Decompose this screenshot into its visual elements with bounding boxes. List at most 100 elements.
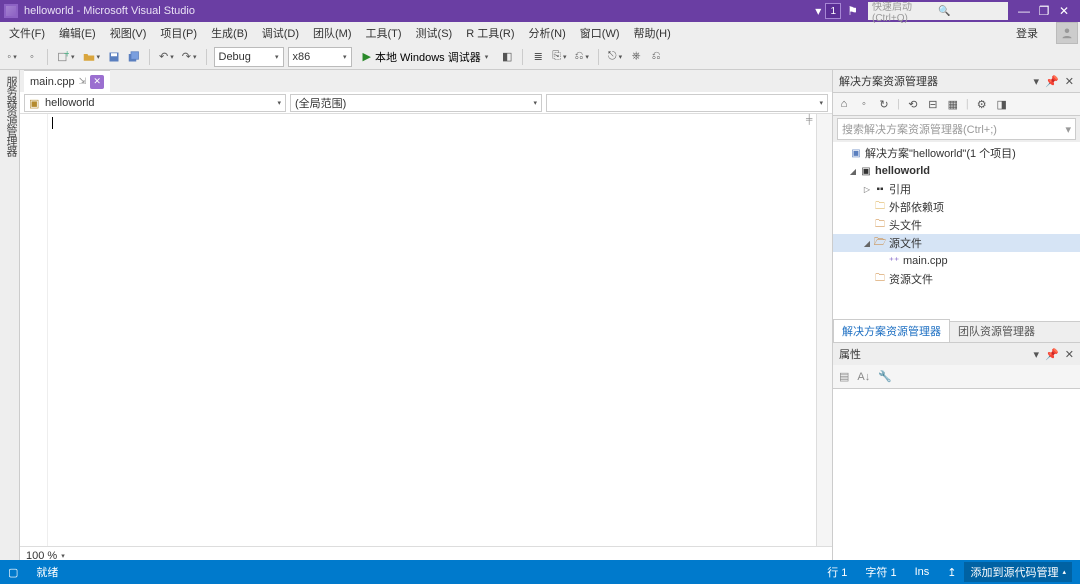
source-control-button[interactable]: 添加到源代码管理 ▴ bbox=[964, 562, 1072, 582]
restore-button[interactable]: ❐ bbox=[1034, 4, 1054, 18]
nav-fwd-button[interactable]: ◦ bbox=[24, 47, 40, 67]
node-project[interactable]: ◢ ▣ helloworld bbox=[833, 162, 1080, 180]
pin-icon[interactable]: ⇲ bbox=[79, 76, 87, 87]
menu-project[interactable]: 项目(P) bbox=[153, 23, 204, 43]
publish-icon[interactable]: ↥ bbox=[947, 566, 956, 579]
menu-edit[interactable]: 编辑(E) bbox=[52, 23, 103, 43]
tab-solution-explorer[interactable]: 解决方案资源管理器 bbox=[833, 319, 950, 342]
quick-launch-input[interactable]: 快速启动 (Ctrl+Q) 🔍 bbox=[868, 2, 1008, 20]
platform-combo[interactable]: x86 bbox=[288, 47, 352, 67]
save-button[interactable] bbox=[106, 47, 122, 67]
config-combo[interactable]: Debug bbox=[214, 47, 284, 67]
tool-btn-d[interactable]: ⎌ bbox=[573, 47, 591, 67]
minimize-button[interactable]: — bbox=[1014, 4, 1034, 18]
undo-button[interactable]: ↶ bbox=[157, 47, 176, 67]
menu-bar: 文件(F) 编辑(E) 视图(V) 项目(P) 生成(B) 调试(D) 团队(M… bbox=[0, 22, 1080, 44]
nav-scope-combo[interactable]: (全局范围) bbox=[290, 94, 542, 112]
nav-member-combo[interactable] bbox=[546, 94, 828, 112]
vertical-scrollbar[interactable] bbox=[816, 114, 832, 546]
tool-btn-a[interactable]: ◧ bbox=[499, 47, 515, 67]
status-repo-icon[interactable]: ▢ bbox=[8, 566, 18, 579]
properties-icon[interactable]: ⚙ bbox=[975, 98, 989, 111]
tab-close-button[interactable]: ✕ bbox=[90, 75, 104, 89]
sync-doc-icon[interactable]: ⟲ bbox=[906, 98, 920, 111]
sign-in-link[interactable]: 登录 bbox=[1006, 23, 1048, 43]
menu-file[interactable]: 文件(F) bbox=[2, 23, 52, 43]
properties-toolbar: ▤ A↓ 🔧 bbox=[833, 365, 1080, 389]
notification-badge[interactable]: 1 bbox=[825, 3, 841, 19]
menu-help[interactable]: 帮助(H) bbox=[627, 23, 678, 43]
alpha-icon[interactable]: A↓ bbox=[857, 371, 870, 383]
panel-pin-icon[interactable]: 📌 bbox=[1045, 348, 1059, 361]
node-external[interactable]: 🗀 外部依赖项 bbox=[833, 198, 1080, 216]
solution-explorer-title: 解决方案资源管理器 ▾ 📌 ✕ bbox=[833, 70, 1080, 92]
menu-window[interactable]: 窗口(W) bbox=[573, 23, 627, 43]
new-project-button[interactable]: ＋ bbox=[55, 47, 77, 67]
properties-title-bar: 属性 ▾ 📌 ✕ bbox=[833, 343, 1080, 365]
tool-btn-b[interactable]: ≣ bbox=[530, 47, 546, 67]
node-resources[interactable]: 🗀 资源文件 bbox=[833, 270, 1080, 288]
showall-icon[interactable]: ▦ bbox=[946, 98, 960, 111]
nav-back-button[interactable]: ◦ bbox=[4, 47, 20, 67]
panel-pin-icon[interactable]: 📌 bbox=[1045, 75, 1059, 88]
collapse-icon[interactable]: ⊟ bbox=[926, 98, 940, 111]
panel-dropdown-icon[interactable]: ▾ bbox=[1034, 348, 1040, 361]
code-editor[interactable]: ╪ bbox=[20, 114, 832, 546]
refs-icon: ▪▪ bbox=[873, 184, 887, 195]
avatar-icon[interactable] bbox=[1056, 22, 1078, 44]
node-sources[interactable]: ◢ 🗁 源文件 bbox=[833, 234, 1080, 252]
tool-btn-g[interactable]: ⎌ bbox=[648, 47, 664, 67]
menu-build[interactable]: 生成(B) bbox=[204, 23, 255, 43]
search-icon: 🔍 bbox=[938, 6, 1004, 17]
solution-search-input[interactable]: 搜索解决方案资源管理器(Ctrl+;) ▾ bbox=[837, 118, 1076, 140]
tool-btn-c[interactable]: ⎘ bbox=[550, 47, 568, 67]
refresh-icon[interactable]: ↻ bbox=[877, 98, 891, 111]
document-tab-main[interactable]: main.cpp ⇲ ✕ bbox=[24, 70, 110, 92]
play-icon: ▶ bbox=[363, 50, 371, 63]
start-debug-button[interactable]: ▶ 本地 Windows 调试器 ▾ bbox=[356, 47, 496, 67]
node-main-cpp[interactable]: ⁺⁺ main.cpp bbox=[833, 252, 1080, 270]
redo-button[interactable]: ↷ bbox=[180, 47, 199, 67]
panel-close-icon[interactable]: ✕ bbox=[1065, 348, 1074, 361]
document-tabstrip: main.cpp ⇲ ✕ bbox=[20, 70, 832, 92]
feedback-icon[interactable]: ▾ bbox=[815, 4, 821, 18]
main-area: 服务器资源管理器 工具箱 main.cpp ⇲ ✕ ▣ helloworld (… bbox=[0, 70, 1080, 564]
close-button[interactable]: ✕ bbox=[1054, 4, 1074, 18]
save-all-button[interactable] bbox=[126, 47, 142, 67]
node-solution[interactable]: ▣ 解决方案"helloworld"(1 个项目) bbox=[833, 144, 1080, 162]
status-ready: 就绪 bbox=[36, 564, 58, 580]
standard-toolbar: ◦ ◦ ＋ ↶ ↷ Debug x86 ▶ 本地 Windows 调试器 ▾ ◧… bbox=[0, 44, 1080, 70]
menu-rtools[interactable]: R 工具(R) bbox=[459, 23, 521, 43]
menu-debug[interactable]: 调试(D) bbox=[255, 23, 306, 43]
properties-grid[interactable] bbox=[833, 389, 1080, 564]
status-line: 行 1 bbox=[827, 564, 847, 580]
menu-analyze[interactable]: 分析(N) bbox=[522, 23, 573, 43]
split-grip-icon[interactable]: ╪ bbox=[806, 114, 816, 124]
open-button[interactable] bbox=[81, 47, 103, 67]
start-label: 本地 Windows 调试器 bbox=[375, 49, 481, 65]
home-icon[interactable]: ⌂ bbox=[837, 98, 851, 110]
search-dd-icon: ▾ bbox=[1065, 123, 1071, 136]
folder-icon: 🗀 bbox=[873, 217, 887, 234]
node-references[interactable]: ▷ ▪▪ 引用 bbox=[833, 180, 1080, 198]
nav-project-combo[interactable]: ▣ helloworld bbox=[24, 94, 286, 112]
status-col: 字符 1 bbox=[865, 564, 896, 580]
preview-icon[interactable]: ◨ bbox=[995, 98, 1009, 111]
right-tabstrip: 解决方案资源管理器 团队资源管理器 bbox=[833, 321, 1080, 342]
menu-test[interactable]: 测试(S) bbox=[409, 23, 460, 43]
prop-search-icon[interactable]: 🔧 bbox=[878, 370, 892, 383]
categorize-icon[interactable]: ▤ bbox=[839, 370, 849, 383]
panel-dropdown-icon[interactable]: ▾ bbox=[1034, 75, 1040, 88]
menu-view[interactable]: 视图(V) bbox=[103, 23, 154, 43]
tab-team-explorer[interactable]: 团队资源管理器 bbox=[950, 319, 1043, 342]
flag-icon[interactable]: ⚑ bbox=[847, 4, 858, 18]
back-icon[interactable]: ◦ bbox=[857, 98, 871, 110]
tool-btn-e[interactable]: ⎋ bbox=[606, 47, 624, 67]
panel-close-icon[interactable]: ✕ bbox=[1065, 75, 1074, 88]
node-headers[interactable]: 🗀 头文件 bbox=[833, 216, 1080, 234]
menu-team[interactable]: 团队(M) bbox=[306, 23, 359, 43]
code-area[interactable] bbox=[48, 114, 816, 546]
tab-server-explorer[interactable]: 服务器资源管理器 bbox=[3, 74, 19, 564]
menu-tools[interactable]: 工具(T) bbox=[359, 23, 409, 43]
tool-btn-f[interactable]: ⎈ bbox=[628, 47, 644, 67]
